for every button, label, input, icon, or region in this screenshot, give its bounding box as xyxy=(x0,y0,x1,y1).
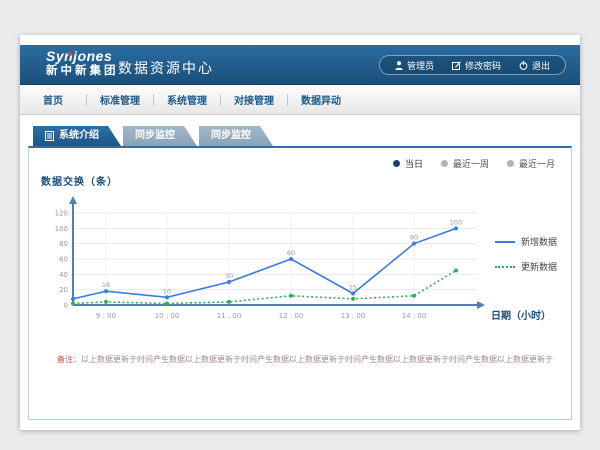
nav-item-home[interactable]: 首页 xyxy=(20,92,86,107)
edit-icon xyxy=(452,61,461,70)
chart-legend: 新增数据 更新数据 xyxy=(495,235,557,273)
svg-text:40: 40 xyxy=(59,271,68,279)
dotted-line-icon xyxy=(495,266,515,268)
page-title: 数据资源中心 xyxy=(118,58,214,78)
legend-label: 新增数据 xyxy=(521,235,557,248)
svg-text:0: 0 xyxy=(64,302,68,310)
tab-bar: 系统介绍 同步监控 同步监控 xyxy=(33,126,275,146)
logout-label: 退出 xyxy=(532,59,550,72)
svg-text:13 : 00: 13 : 00 xyxy=(341,312,366,320)
svg-text:100: 100 xyxy=(55,225,68,233)
svg-text:15: 15 xyxy=(349,284,357,292)
nav-item-standard-mgmt[interactable]: 标准管理 xyxy=(87,92,153,107)
footnote-text: 以上数据更新于时间产生数据以上数据更新于时间产生数据以上数据更新于时间产生数据以… xyxy=(81,355,553,364)
radio-label: 最近一周 xyxy=(453,157,489,170)
tab-label: 同步监控 xyxy=(135,126,175,146)
nav-item-system-mgmt[interactable]: 系统管理 xyxy=(154,92,220,107)
footnote: 备注：以上数据更新于时间产生数据以上数据更新于时间产生数据以上数据更新于时间产生… xyxy=(57,354,563,365)
nav-item-interface-mgmt[interactable]: 对接管理 xyxy=(221,92,287,107)
svg-text:120: 120 xyxy=(55,210,68,218)
current-user-button[interactable]: 管理员 xyxy=(386,59,443,72)
svg-text:18: 18 xyxy=(102,281,110,289)
solid-line-icon xyxy=(495,241,515,243)
document-icon xyxy=(45,131,54,141)
svg-text:9 : 00: 9 : 00 xyxy=(96,312,116,320)
radio-unselected-icon xyxy=(507,160,514,167)
svg-text:100: 100 xyxy=(450,218,462,226)
main-nav: 首页 标准管理 系统管理 对接管理 数据异动 xyxy=(20,85,580,115)
tab-label: 同步监控 xyxy=(211,126,251,146)
legend-label: 更新数据 xyxy=(521,260,557,273)
svg-text:80: 80 xyxy=(59,240,68,248)
logo-text-en: Synjones xyxy=(46,49,119,64)
y-axis-title: 数据交换（条） xyxy=(41,173,118,188)
radio-label: 当日 xyxy=(405,157,423,170)
legend-item-updated-data[interactable]: 更新数据 xyxy=(495,260,557,273)
radio-unselected-icon xyxy=(441,160,448,167)
user-toolbar: 管理员 修改密码 退出 xyxy=(379,55,566,75)
svg-text:60: 60 xyxy=(59,256,68,264)
tab-system-intro[interactable]: 系统介绍 xyxy=(33,126,121,146)
logo-red-dot-icon xyxy=(68,52,72,56)
svg-text:11 : 00: 11 : 00 xyxy=(217,312,242,320)
legend-item-new-data[interactable]: 新增数据 xyxy=(495,235,557,248)
svg-text:30: 30 xyxy=(225,272,233,280)
line-chart: 0 20 40 60 80 100 120 9 : 00 10 : 00 11 : 00 12 : … xyxy=(31,192,491,327)
radio-label: 最近一月 xyxy=(519,157,555,170)
tab-sync-monitor-2[interactable]: 同步监控 xyxy=(199,126,273,146)
app-header: Synjones 新中新集团 数据资源中心 管理员 修改密码 退出 xyxy=(20,45,580,85)
radio-selected-icon xyxy=(393,160,400,167)
time-range-filter: 当日 最近一周 最近一月 xyxy=(393,157,555,170)
svg-text:10: 10 xyxy=(163,287,171,295)
user-icon xyxy=(395,61,403,70)
change-password-button[interactable]: 修改密码 xyxy=(443,59,510,72)
app-window: Synjones 新中新集团 数据资源中心 管理员 修改密码 退出 首页 标准管… xyxy=(20,35,580,430)
radio-last-week[interactable]: 最近一周 xyxy=(441,157,489,170)
svg-text:10 : 00: 10 : 00 xyxy=(155,312,180,320)
svg-text:80: 80 xyxy=(410,234,418,242)
change-password-label: 修改密码 xyxy=(465,59,501,72)
x-axis-title: 日期（小时） xyxy=(491,307,551,322)
logo-text-cn: 新中新集团 xyxy=(46,64,119,79)
nav-item-data-change[interactable]: 数据异动 xyxy=(288,92,354,107)
current-user-label: 管理员 xyxy=(407,59,434,72)
chart-panel: 当日 最近一周 最近一月 数据交换（条） 0 20 40 60 80 100 120 9 : … xyxy=(28,146,572,420)
logout-button[interactable]: 退出 xyxy=(510,59,559,72)
footnote-prefix: 备注： xyxy=(57,355,81,364)
logo: Synjones 新中新集团 xyxy=(46,49,119,79)
radio-last-month[interactable]: 最近一月 xyxy=(507,157,555,170)
tab-sync-monitor-1[interactable]: 同步监控 xyxy=(123,126,197,146)
radio-today[interactable]: 当日 xyxy=(393,157,423,170)
svg-text:14 : 00: 14 : 00 xyxy=(402,312,427,320)
power-icon xyxy=(519,61,528,70)
tab-label: 系统介绍 xyxy=(59,126,99,146)
svg-text:12 : 00: 12 : 00 xyxy=(279,312,304,320)
svg-text:60: 60 xyxy=(287,249,295,257)
svg-text:20: 20 xyxy=(59,286,68,294)
